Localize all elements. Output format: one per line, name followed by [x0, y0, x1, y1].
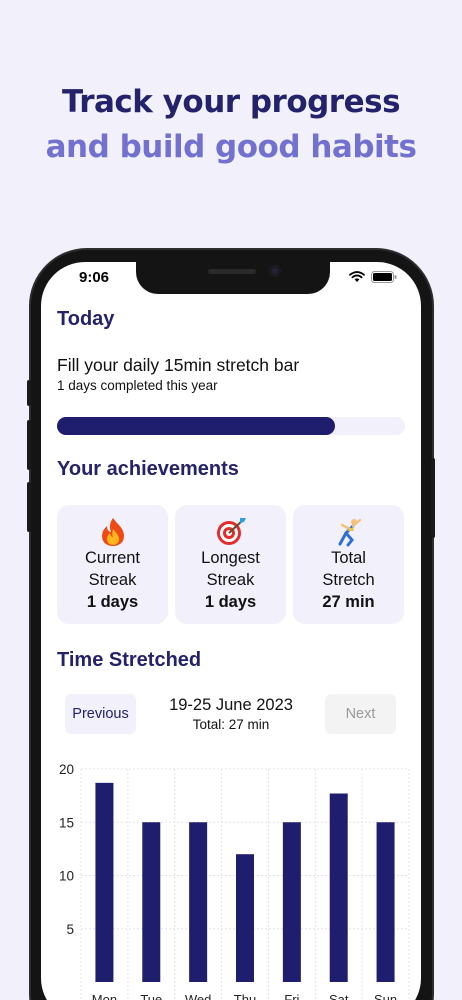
x-tick-label: Thu — [234, 992, 256, 1000]
current-streak-card: Current Streak 1 days — [57, 505, 168, 624]
chart-bar — [376, 822, 395, 982]
volume-up-button — [27, 420, 31, 470]
camera-icon — [269, 265, 281, 277]
current-streak-value: 1 days — [86, 593, 139, 611]
x-tick-label: Sun — [374, 992, 397, 1000]
days-completed-text: 1 days completed this year — [57, 378, 218, 393]
time-stretched-chart: 5 10 15 20 Mon Tue Wed Thu Fri Sat Sun — [59, 762, 410, 1000]
x-tick-label: Mon — [92, 992, 117, 1000]
chart-bar — [142, 822, 161, 982]
chart-bar — [329, 793, 348, 982]
chart-bar — [282, 822, 301, 982]
today-title: Today — [57, 308, 115, 330]
status-time: 9:06 — [79, 269, 110, 286]
headline-line-1: Track your progress — [61, 84, 401, 120]
headline-line-2: and build good habits — [45, 129, 417, 165]
battery-icon — [371, 271, 397, 283]
fire-icon — [101, 518, 124, 546]
mute-switch — [27, 380, 31, 406]
card-label-line2: Streak — [88, 571, 137, 589]
previous-week-button[interactable]: Previous — [65, 694, 136, 734]
target-icon — [216, 518, 246, 545]
longest-streak-value: 1 days — [204, 593, 257, 611]
daily-progress-bar — [57, 417, 405, 435]
y-tick-label: 20 — [59, 762, 74, 777]
speaker-grille — [208, 269, 256, 274]
x-tick-label: Wed — [185, 992, 212, 1000]
status-icons — [349, 271, 397, 283]
y-tick-label: 15 — [59, 815, 74, 830]
week-total: Total: 27 min — [192, 717, 270, 732]
notch — [136, 262, 330, 294]
total-stretch-card: Total Stretch 27 min — [293, 505, 404, 624]
x-tick-label: Sat — [329, 992, 349, 1000]
chart-bar — [95, 782, 114, 982]
card-label-line1: Longest — [201, 549, 260, 567]
card-label-line1: Current — [84, 549, 141, 567]
date-range: 19-25 June 2023 — [169, 696, 293, 714]
total-stretch-value: 27 min — [322, 593, 375, 611]
achievement-cards: Current Streak 1 days Longest Streak 1 d… — [57, 505, 404, 624]
app-screen: 9:06 Today Fill your daily 15min stretch… — [41, 262, 421, 1000]
chart-bar — [189, 822, 208, 982]
y-tick-label: 10 — [59, 869, 74, 884]
fill-bar-title: Fill your daily 15min stretch bar — [57, 355, 300, 375]
x-tick-label: Tue — [140, 992, 162, 1000]
achievements-title: Your achievements — [57, 458, 239, 480]
chart-bar — [236, 854, 254, 982]
progress-fill — [57, 417, 336, 435]
y-tick-label: 5 — [66, 922, 74, 937]
time-stretched-title: Time Stretched — [57, 649, 202, 671]
wifi-icon — [349, 271, 365, 282]
card-label-line1: Total — [331, 549, 366, 567]
card-label-line2: Stretch — [322, 571, 375, 589]
volume-down-button — [27, 482, 31, 532]
power-button — [431, 458, 435, 538]
card-label-line2: Streak — [206, 571, 255, 589]
next-week-button[interactable]: Next — [325, 694, 396, 734]
longest-streak-card: Longest Streak 1 days — [175, 505, 286, 624]
x-tick-label: Fri — [284, 992, 299, 1000]
gymnast-icon — [338, 518, 361, 547]
